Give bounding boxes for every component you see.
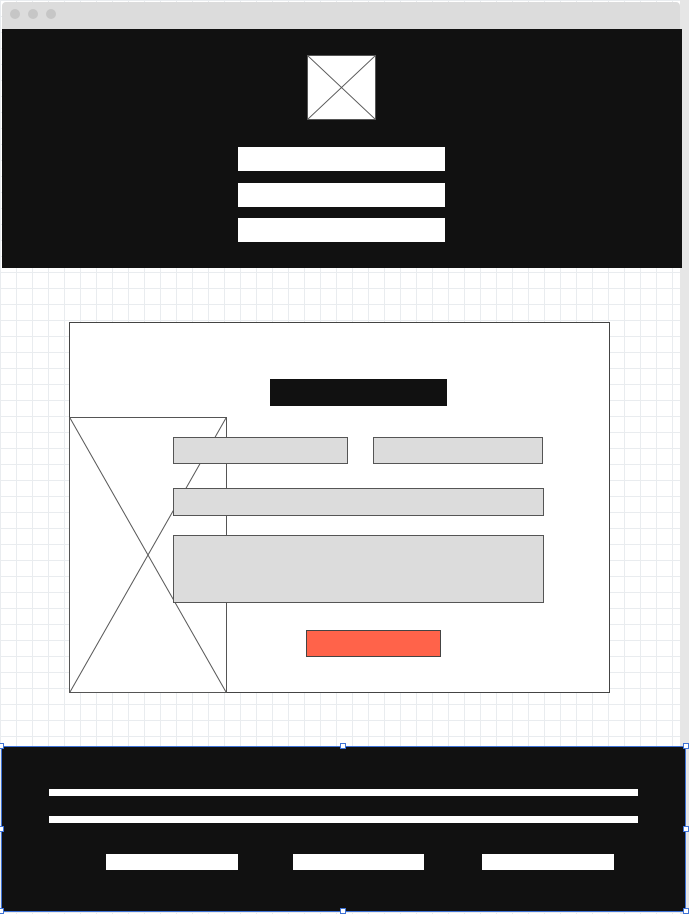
nav-item-3[interactable] [238,218,445,242]
footer-section[interactable] [1,746,686,912]
footer-link-1[interactable] [106,854,238,870]
message-field[interactable] [173,535,544,603]
window-minimize-dot[interactable] [28,9,38,19]
footer-link-3[interactable] [482,854,614,870]
first-name-field[interactable] [173,437,348,464]
nav-item-2[interactable] [238,183,445,207]
selection-handle-bottom-center[interactable] [340,908,346,914]
selection-handle-top-right[interactable] [683,743,689,749]
window-close-dot[interactable] [10,9,20,19]
email-field[interactable] [173,488,544,516]
footer-text-line-2 [49,816,638,823]
selection-handle-middle-right[interactable] [683,826,689,832]
selection-handle-bottom-left[interactable] [0,908,4,914]
window-maximize-dot[interactable] [46,9,56,19]
nav-item-1[interactable] [238,147,445,171]
submit-button[interactable] [306,630,441,657]
selection-handle-top-center[interactable] [340,743,346,749]
last-name-field[interactable] [373,437,543,464]
selection-handle-middle-left[interactable] [0,826,4,832]
footer-link-2[interactable] [293,854,424,870]
footer-text-line-1 [49,789,638,796]
logo-placeholder-icon [307,55,376,120]
image-placeholder-icon [308,56,375,119]
window-titlebar [2,2,680,29]
selection-handle-top-left[interactable] [0,743,4,749]
form-title-block [270,379,447,406]
selection-handle-bottom-right[interactable] [683,908,689,914]
